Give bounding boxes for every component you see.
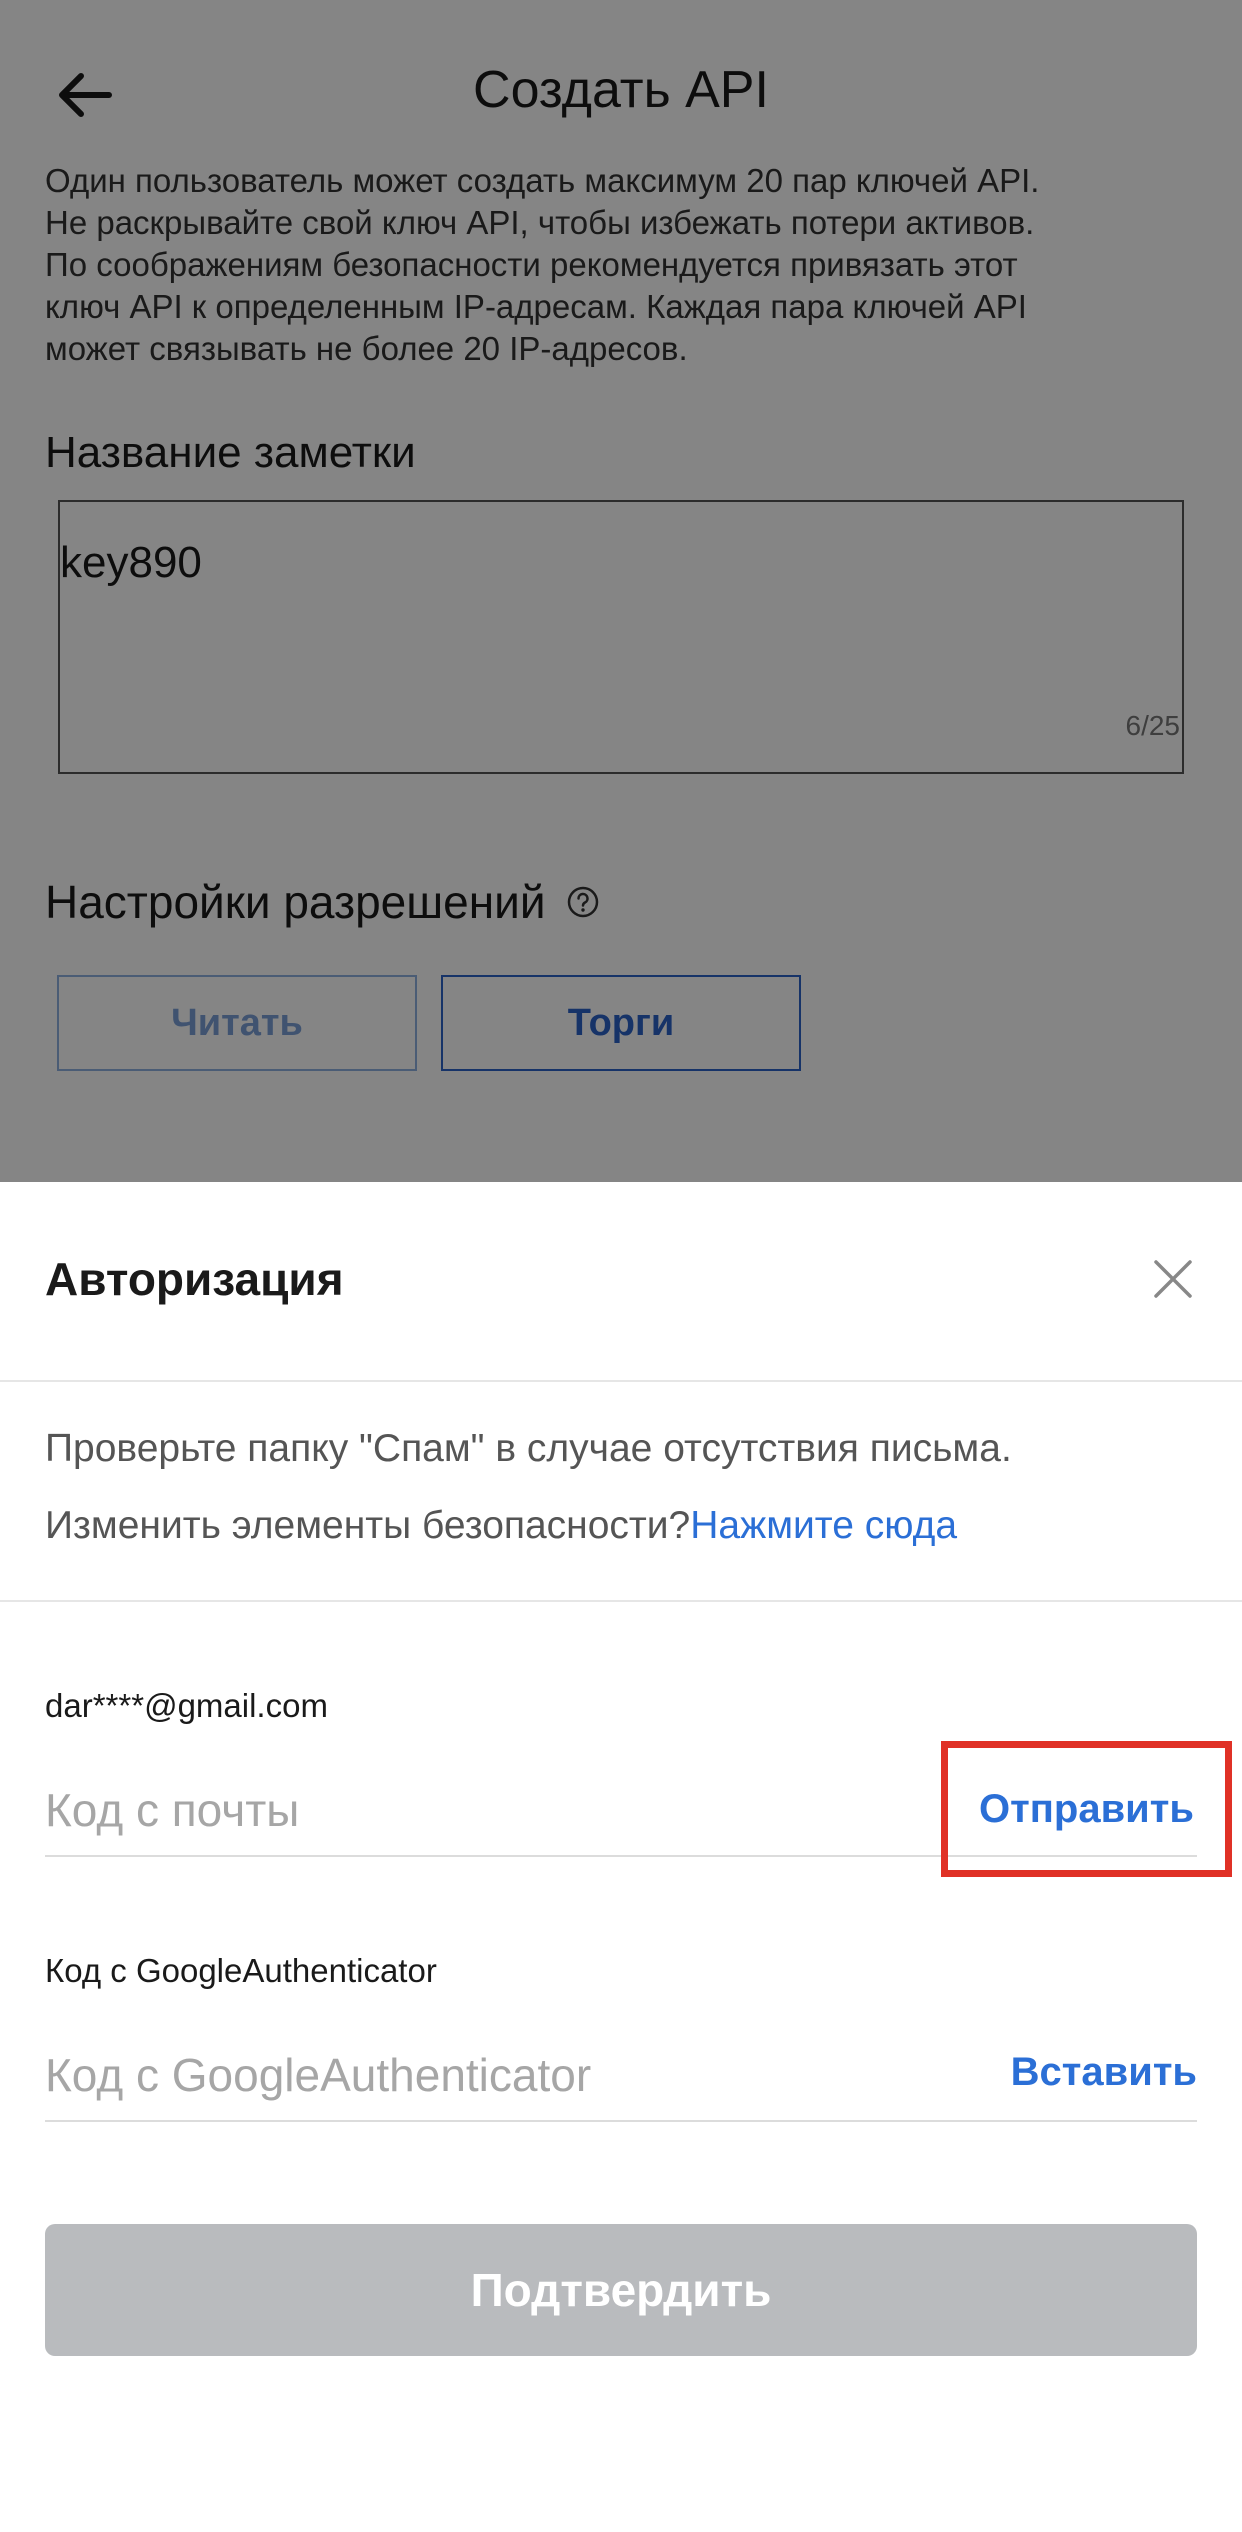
email-code-input[interactable]: [45, 1767, 925, 1853]
google-authenticator-input[interactable]: [45, 2032, 925, 2118]
email-address: dar****@gmail.com: [45, 1687, 328, 1724]
send-code-highlight: Отправить: [941, 1741, 1232, 1877]
ga-code-row: Вставить: [45, 2032, 1197, 2122]
authorization-sheet: Авторизация Проверьте папку "Спам" в слу…: [0, 1182, 1242, 2532]
divider: [0, 1600, 1242, 1602]
create-api-screen: Создать API Один пользователь может созд…: [0, 0, 1242, 2532]
sheet-title: Авторизация: [45, 1253, 344, 1305]
paste-button[interactable]: Вставить: [1011, 2050, 1197, 2095]
spam-hint: Проверьте папку "Спам" в случае отсутств…: [45, 1427, 1012, 1470]
confirm-button[interactable]: Подтвердить: [45, 2224, 1197, 2356]
close-icon[interactable]: [1148, 1254, 1198, 1304]
modal-overlay[interactable]: [0, 0, 1242, 1182]
divider: [0, 1380, 1242, 1382]
security-hint: Изменить элементы безопасности?Нажмите с…: [45, 1504, 957, 1548]
security-settings-link[interactable]: Нажмите сюда: [690, 1504, 957, 1547]
google-authenticator-label: Код с GoogleAuthenticator: [45, 1952, 437, 1989]
send-code-button[interactable]: Отправить: [979, 1787, 1194, 1832]
security-question: Изменить элементы безопасности?: [45, 1504, 691, 1547]
create-api-page: Создать API Один пользователь может созд…: [0, 0, 1242, 1182]
